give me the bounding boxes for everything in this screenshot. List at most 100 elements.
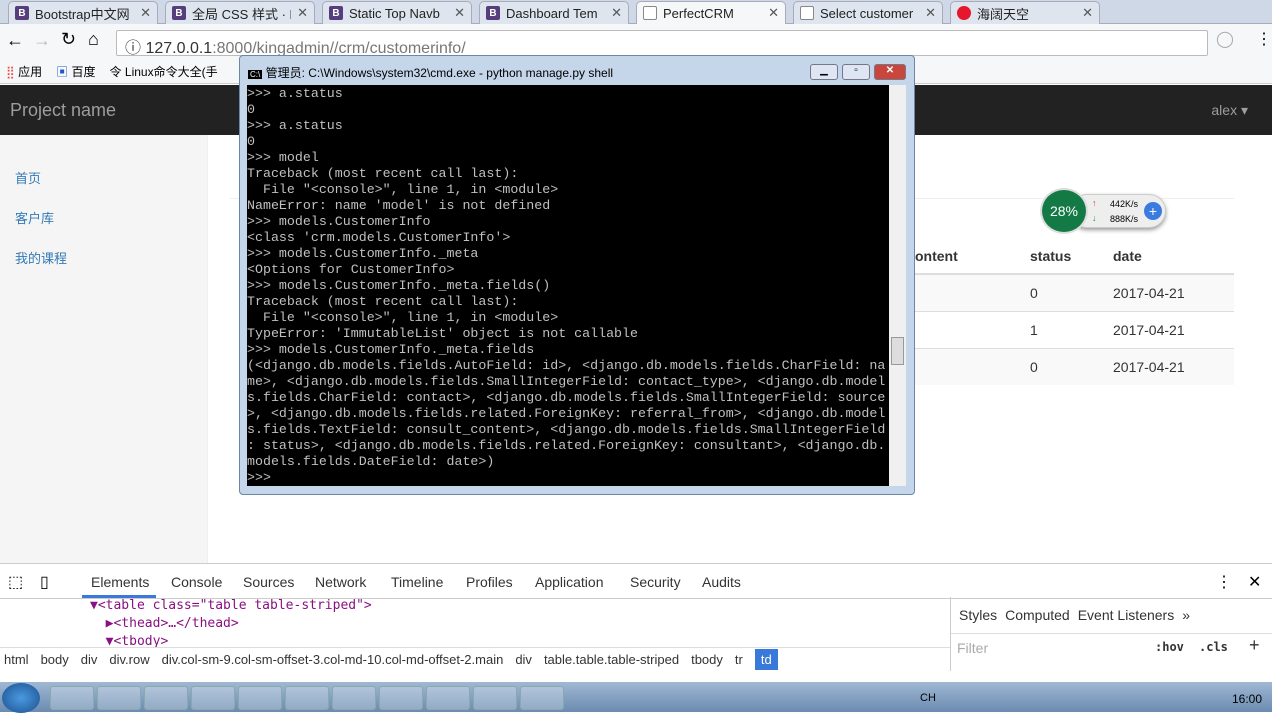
- more-options-icon[interactable]: ⋮: [1216, 572, 1232, 592]
- breadcrumb-item[interactable]: div: [81, 652, 98, 667]
- bookmark-linux[interactable]: 令 Linux命令大全(手: [110, 63, 218, 80]
- scrollbar[interactable]: [889, 85, 906, 486]
- taskbar-pycharm-icon[interactable]: [473, 686, 517, 710]
- url-input[interactable]: ⓘ 127.0.0.1:8000/kingadmin//crm/customer…: [116, 30, 1208, 57]
- terminal-output[interactable]: >>> a.status 0 >>> a.status 0 >>> model …: [247, 85, 889, 486]
- taskbar-app-icon[interactable]: [97, 686, 141, 710]
- browser-tab[interactable]: B 全局 CSS 样式 · B ✕: [165, 1, 315, 24]
- home-icon[interactable]: ⌂: [88, 29, 99, 50]
- memory-percent: 28%: [1040, 188, 1088, 234]
- download-speed: 888K/s: [1110, 214, 1139, 224]
- browser-tab[interactable]: B Bootstrap中文网 ✕: [8, 1, 158, 24]
- close-button[interactable]: ✕: [874, 64, 906, 80]
- taskbar-word-icon[interactable]: [332, 686, 376, 710]
- plus-icon[interactable]: +: [1144, 202, 1162, 220]
- close-devtools-icon[interactable]: ✕: [1248, 572, 1261, 592]
- breadcrumb-item[interactable]: tr: [735, 652, 743, 667]
- styles-tab[interactable]: Computed: [1005, 607, 1070, 623]
- devtools-tab-security[interactable]: Security: [630, 574, 681, 590]
- breadcrumb-item[interactable]: body: [41, 652, 69, 667]
- close-tab-icon[interactable]: ✕: [297, 5, 308, 21]
- breadcrumb-item[interactable]: div.col-sm-9.col-sm-offset-3.col-md-10.c…: [162, 652, 504, 667]
- dom-node[interactable]: ▶<thead>…</thead>: [90, 615, 930, 633]
- close-tab-icon[interactable]: ✕: [454, 5, 465, 21]
- devtools-tab-timeline[interactable]: Timeline: [391, 574, 443, 590]
- column-header: date: [1113, 238, 1234, 275]
- browser-tab[interactable]: Select customer ✕: [793, 1, 943, 24]
- browser-tab[interactable]: 海阔天空 ✕: [950, 1, 1100, 24]
- taskbar-explorer-icon[interactable]: [426, 686, 470, 710]
- styles-tab[interactable]: Event Listeners: [1078, 607, 1175, 623]
- breadcrumb-item[interactable]: tbody: [691, 652, 723, 667]
- add-rule-icon[interactable]: +: [1249, 635, 1260, 656]
- devtools-tab-console[interactable]: Console: [171, 574, 222, 590]
- devtools-tab-audits[interactable]: Audits: [702, 574, 741, 590]
- start-button[interactable]: [2, 683, 40, 713]
- forward-icon[interactable]: →: [33, 30, 51, 51]
- scrollbar-thumb[interactable]: [891, 337, 904, 365]
- dom-tree[interactable]: ▼<table class="table table-striped"> ▶<t…: [90, 597, 930, 647]
- devtools-tab-profiles[interactable]: Profiles: [466, 574, 513, 590]
- browser-tab[interactable]: B Static Top Navb ✕: [322, 1, 472, 24]
- bookmark-apps[interactable]: ⣿ 应用: [6, 63, 42, 80]
- sidebar-item-home[interactable]: 首页: [15, 168, 41, 187]
- sidebar-item-customers[interactable]: 客户库: [15, 208, 54, 227]
- devtools-tab-elements[interactable]: Elements: [91, 574, 149, 590]
- taskbar-save-icon[interactable]: [144, 686, 188, 710]
- taskbar-media-icon[interactable]: [379, 686, 423, 710]
- language-indicator[interactable]: CH: [920, 692, 936, 704]
- upload-speed: 442K/s: [1110, 199, 1139, 209]
- weibo-icon: [957, 6, 971, 20]
- browser-tab[interactable]: PerfectCRM ✕: [636, 1, 786, 24]
- devtools-tab-network[interactable]: Network: [315, 574, 366, 590]
- styles-tab[interactable]: Styles: [959, 607, 997, 623]
- breadcrumb-item[interactable]: div.row: [109, 652, 149, 667]
- hov-toggle[interactable]: :hov: [1155, 640, 1184, 654]
- taskbar-notepad-icon[interactable]: [285, 686, 329, 710]
- browser-tab[interactable]: B Dashboard Tem ✕: [479, 1, 629, 24]
- taskbar-cmd-icon[interactable]: [520, 686, 564, 710]
- clock[interactable]: 16:00: [1232, 692, 1262, 706]
- styles-tab[interactable]: »: [1182, 607, 1190, 623]
- info-icon: ⓘ: [125, 40, 146, 57]
- download-arrow-icon: ↓: [1092, 213, 1097, 223]
- close-tab-icon[interactable]: ✕: [611, 5, 622, 21]
- breadcrumb-item[interactable]: html: [4, 652, 29, 667]
- styles-filter-input[interactable]: Filter: [957, 640, 988, 656]
- taskbar-folder-icon[interactable]: [50, 686, 94, 710]
- close-tab-icon[interactable]: ✕: [140, 5, 151, 21]
- cmd-icon: C:\: [248, 70, 263, 79]
- bookmark-baidu[interactable]: ▣ 百度: [56, 63, 95, 80]
- network-speed-widget[interactable]: 28% ↑ 442K/s ↓ 888K/s +: [1040, 188, 1168, 234]
- table-cell: 2017-04-21: [1113, 347, 1234, 385]
- menu-icon[interactable]: ⋮: [1256, 29, 1272, 49]
- devtools-tab-sources[interactable]: Sources: [243, 574, 294, 590]
- table-cell: 2017-04-21: [1113, 273, 1234, 311]
- table-row: 0 2017-04-21: [915, 347, 1234, 385]
- taskbar-tool-icon[interactable]: [191, 686, 235, 710]
- breadcrumb-item[interactable]: td: [754, 649, 778, 670]
- back-icon[interactable]: ←: [6, 30, 24, 51]
- dom-node[interactable]: ▼<table class="table table-striped">: [90, 597, 930, 615]
- table-cell: [915, 310, 1030, 348]
- cls-toggle[interactable]: .cls: [1199, 640, 1228, 654]
- reload-icon[interactable]: ↻: [61, 29, 76, 50]
- close-tab-icon[interactable]: ✕: [768, 5, 779, 21]
- minimize-button[interactable]: ▁: [810, 64, 838, 80]
- user-menu[interactable]: alex ▾: [1211, 102, 1248, 119]
- close-tab-icon[interactable]: ✕: [925, 5, 936, 21]
- dom-node[interactable]: ▼<tbody>: [90, 633, 930, 647]
- taskbar-chrome-icon[interactable]: [238, 686, 282, 710]
- inspect-element-icon[interactable]: ⬚: [8, 572, 23, 592]
- breadcrumb-item[interactable]: div: [515, 652, 532, 667]
- device-mode-icon[interactable]: ▯: [40, 572, 49, 592]
- sidebar-item-courses[interactable]: 我的课程: [15, 248, 67, 267]
- maximize-button[interactable]: ▫: [842, 64, 870, 80]
- extension-icon[interactable]: ◯: [1216, 29, 1234, 49]
- apps-grid-icon: ⣿: [6, 65, 15, 79]
- breadcrumb-item[interactable]: table.table.table-striped: [544, 652, 679, 667]
- baidu-paw-icon: ▣: [56, 65, 69, 79]
- close-tab-icon[interactable]: ✕: [1082, 5, 1093, 21]
- brand-link[interactable]: Project name: [10, 100, 116, 121]
- devtools-tab-application[interactable]: Application: [535, 574, 604, 590]
